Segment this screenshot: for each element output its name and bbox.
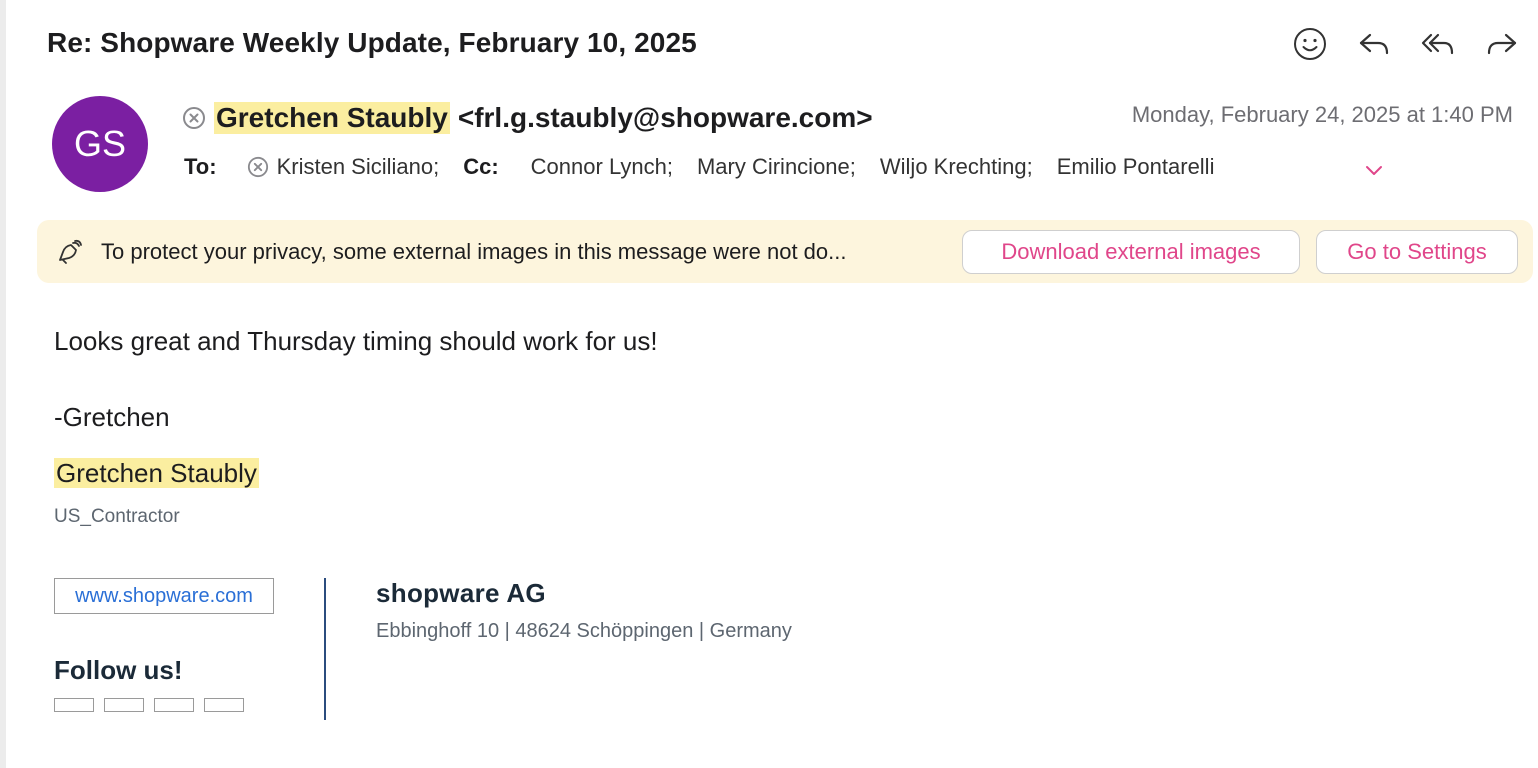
- email-date: Monday, February 24, 2025 at 1:40 PM: [1131, 102, 1513, 127]
- forward-button[interactable]: [1482, 24, 1522, 64]
- signature-name: Gretchen Staubly: [54, 458, 259, 489]
- avatar-initials: GS: [73, 123, 126, 164]
- to-label: To:: [184, 154, 217, 179]
- reply-button[interactable]: [1354, 24, 1394, 64]
- cc-recipient[interactable]: Mary Cirincione;: [697, 154, 856, 180]
- recipient-status-icon: [247, 156, 269, 178]
- social-icon-placeholder[interactable]: [154, 698, 194, 712]
- go-to-settings-button[interactable]: Go to Settings: [1316, 230, 1518, 274]
- social-icon-placeholder[interactable]: [54, 698, 94, 712]
- reply-all-icon: [1421, 33, 1454, 55]
- cc-recipient[interactable]: Wiljo Krechting;: [880, 154, 1033, 180]
- from-line: Gretchen Staubly <frl.g.staubly@shopware…: [182, 102, 873, 134]
- sender-avatar[interactable]: GS: [52, 96, 148, 192]
- cc-label: Cc:: [463, 154, 499, 179]
- body-line: Looks great and Thursday timing should w…: [54, 326, 658, 356]
- to-recipient[interactable]: Kristen Siciliano;: [277, 154, 440, 180]
- smiley-icon: [1294, 28, 1326, 60]
- window-edge: [0, 0, 6, 768]
- reaction-button[interactable]: [1290, 24, 1330, 64]
- email-subject: Re: Shopware Weekly Update, February 10,…: [47, 27, 697, 58]
- recipients-line: To: Kristen Siciliano; Cc: Connor Lynch;…: [184, 154, 1214, 180]
- chevron-down-icon[interactable]: [1362, 160, 1386, 180]
- sender-status-icon: [182, 106, 206, 130]
- company-name: shopware AG: [376, 578, 546, 608]
- signature-title: US_Contractor: [54, 506, 180, 527]
- company-address: Ebbinghoff 10 | 48624 Schöppingen | Germ…: [376, 620, 792, 642]
- social-icon-placeholder[interactable]: [204, 698, 244, 712]
- privacy-banner: To protect your privacy, some external i…: [37, 220, 1533, 283]
- body-signoff: -Gretchen: [54, 402, 170, 432]
- message-actions: [1290, 24, 1522, 64]
- reply-icon: [1359, 33, 1389, 55]
- signature-divider: [324, 578, 326, 720]
- cc-recipient[interactable]: Emilio Pontarelli: [1057, 154, 1215, 180]
- cc-recipient[interactable]: Connor Lynch;: [531, 154, 673, 180]
- download-external-images-button[interactable]: Download external images: [962, 230, 1300, 274]
- social-icon-placeholder[interactable]: [104, 698, 144, 712]
- follow-us-heading: Follow us!: [54, 655, 183, 685]
- signature-name-text: Gretchen Staubly: [54, 458, 259, 488]
- website-link[interactable]: www.shopware.com: [54, 578, 274, 614]
- reply-all-button[interactable]: [1418, 24, 1458, 64]
- sender-email[interactable]: <frl.g.staubly@shopware.com>: [458, 102, 873, 134]
- blocked-content-icon: [59, 239, 82, 264]
- privacy-message: To protect your privacy, some external i…: [101, 239, 847, 264]
- sender-name[interactable]: Gretchen Staubly: [214, 102, 450, 134]
- forward-icon: [1487, 33, 1517, 55]
